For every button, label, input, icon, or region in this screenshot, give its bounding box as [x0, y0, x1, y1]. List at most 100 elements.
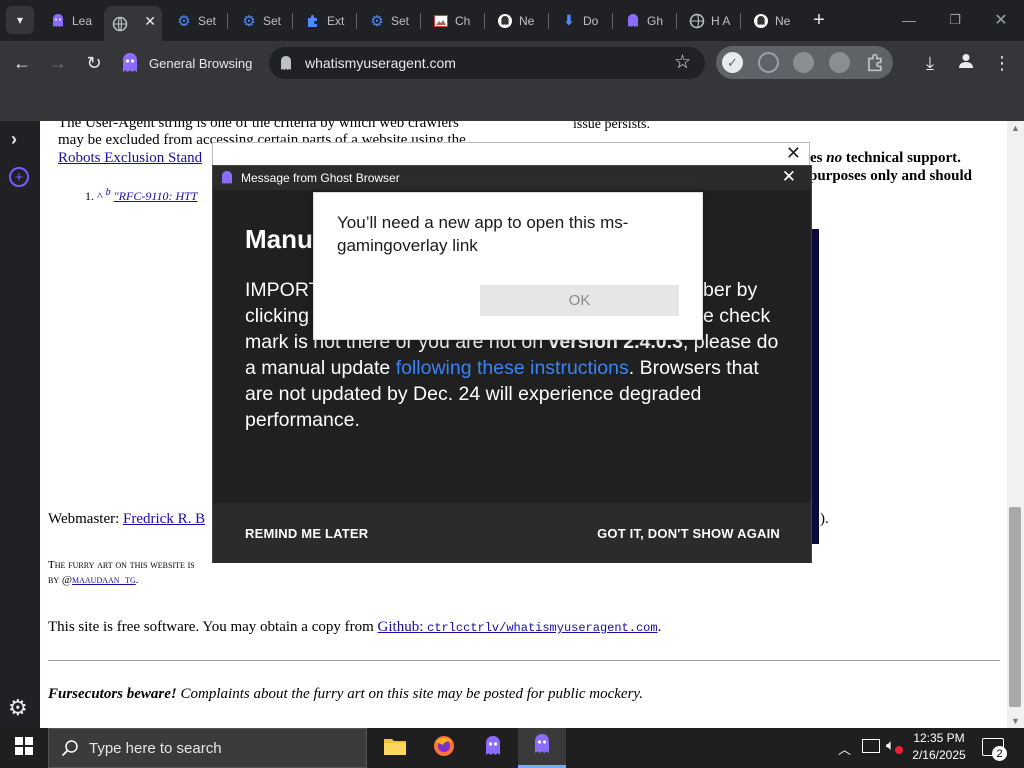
download-icon: ⬇ — [563, 12, 575, 28]
session-profile-chip[interactable]: General Browsing — [118, 47, 256, 79]
ghost-session-icon — [118, 51, 142, 75]
furry-art-credit-line2: by @maaudaan_tg. — [48, 574, 139, 586]
search-extension-icon[interactable] — [758, 52, 779, 73]
taskbar: Type here to search ︿ 🔈︎ 12:35 PM 2/16/2… — [0, 728, 1024, 768]
mute-badge — [895, 746, 903, 754]
network-icon[interactable] — [862, 739, 880, 753]
chevron-down-icon: ▾ — [16, 13, 24, 27]
open-app-dialog: You’ll need a new app to open this ms-ga… — [313, 192, 703, 340]
taskbar-ghost-browser-active[interactable] — [518, 728, 566, 768]
expand-sidebar-icon[interactable]: › — [11, 129, 17, 150]
new-tab-button[interactable]: + — [805, 6, 833, 34]
tab-separator — [612, 13, 613, 29]
tab-item[interactable]: Ch — [425, 6, 483, 35]
face-extension-icon[interactable] — [793, 52, 814, 73]
start-button[interactable] — [0, 728, 48, 768]
webmaster-tail: ). — [820, 511, 829, 527]
tab-separator — [420, 13, 421, 29]
got-it-button[interactable]: GOT IT, DON'T SHOW AGAIN — [597, 526, 780, 541]
ok-button[interactable]: OK — [480, 285, 679, 316]
windows-logo-icon — [15, 736, 33, 760]
github-link[interactable]: Github: ctrlcctrlv/whatismyuseragent.com — [378, 619, 658, 635]
tab-search-button[interactable]: ▾ — [6, 6, 34, 34]
tab-item[interactable]: Ne — [489, 6, 547, 35]
scrollbar-thumb[interactable] — [1009, 507, 1021, 707]
profile-button[interactable] — [952, 49, 980, 77]
restore-button[interactable]: ❐ — [941, 6, 969, 34]
remind-me-later-button[interactable]: REMIND ME LATER — [245, 526, 368, 541]
bookmark-star-icon[interactable]: ☆ — [674, 51, 691, 74]
body-line1-right: ber by — [703, 279, 758, 301]
globe-icon — [689, 13, 705, 29]
webmaster-link[interactable]: Fredrick R. B — [123, 511, 205, 527]
tab-separator — [676, 13, 677, 29]
ghost-icon — [530, 732, 554, 761]
furry-art-credit: The furry art on this website is — [48, 559, 195, 571]
dialog-heading: Manu — [245, 224, 313, 254]
profile-label: General Browsing — [149, 55, 253, 71]
settings-gear-icon[interactable]: ⚙ — [8, 695, 28, 721]
reference-item: 1. ^ b "RFC-9110: HTT — [85, 187, 198, 203]
restore-icon: ❐ — [949, 12, 961, 27]
tab-item[interactable]: Ne — [745, 6, 803, 35]
artist-link[interactable]: maaudaan_tg — [72, 574, 136, 586]
body-line6: performance. — [245, 409, 360, 431]
tab-item[interactable]: Ext — [297, 6, 355, 35]
scroll-up-icon[interactable]: ▲ — [1011, 123, 1020, 133]
tab-item[interactable]: ⚙ Set — [168, 6, 226, 35]
url-text: whatismyuseragent.com — [305, 55, 456, 71]
tab-item[interactable]: ⚙ Set — [361, 6, 419, 35]
forward-button[interactable]: → — [44, 49, 72, 77]
fursecutors-line: Fursecutors beware! Complaints about the… — [48, 686, 643, 702]
gear-icon: ⚙ — [242, 12, 256, 30]
taskbar-file-explorer[interactable] — [371, 728, 419, 768]
reload-button[interactable]: ↻ — [80, 49, 108, 77]
window-close-button[interactable]: ✕ — [987, 6, 1015, 34]
minimize-button[interactable]: — — [895, 6, 923, 34]
taskbar-search-box[interactable]: Type here to search — [48, 728, 367, 768]
tab-item[interactable]: ⬇ Do — [553, 6, 611, 35]
back-button[interactable]: ← — [8, 49, 36, 77]
tab-separator — [484, 13, 485, 29]
tab-item[interactable]: Gh — [617, 6, 675, 35]
clock-time[interactable]: 12:35 PM — [908, 731, 970, 745]
globe-icon — [112, 16, 128, 32]
address-bar[interactable]: whatismyuseragent.com ☆ — [269, 47, 705, 79]
scroll-down-icon[interactable]: ▼ — [1011, 716, 1020, 726]
close-icon[interactable]: ✕ — [786, 143, 801, 164]
more-vert-icon: ⋮ — [993, 52, 1011, 73]
extensions-bar: ✓ — [716, 46, 893, 79]
speaker-muted-icon[interactable]: 🔈︎ — [886, 737, 895, 754]
body-line2: clicking — [245, 305, 309, 327]
taskbar-firefox[interactable] — [420, 728, 468, 768]
body-line5: are not updated by Dec. 24 will experien… — [245, 383, 702, 405]
page-dark-panel — [811, 229, 819, 544]
close-tab-icon[interactable]: ✕ — [144, 13, 156, 30]
instructions-link[interactable]: following these instructions — [396, 357, 629, 379]
puzzle-icon[interactable] — [865, 52, 886, 73]
chevron-up-icon[interactable]: ︿ — [838, 739, 851, 758]
folder-icon — [383, 736, 407, 761]
dialog-message: You’ll need a new app to open this ms-ga… — [337, 213, 629, 255]
add-circle-icon[interactable]: + — [9, 167, 29, 187]
right-column-text: issue persists. — [573, 121, 650, 132]
tab-item[interactable]: Lea — [42, 6, 100, 35]
tab-item[interactable]: H A — [681, 6, 739, 35]
clock-date[interactable]: 2/16/2025 — [908, 748, 970, 762]
free-software-line: This site is free software. You may obta… — [48, 619, 662, 635]
menu-button[interactable]: ⋮ — [988, 49, 1016, 77]
robots-link[interactable]: Robots Exclusion Stand — [58, 149, 202, 167]
downloads-button[interactable]: ⤓ — [916, 49, 944, 77]
grid-extension-icon[interactable] — [829, 52, 850, 73]
webmaster-line: Webmaster: Fredrick R. B — [48, 511, 206, 527]
firefox-icon — [432, 734, 456, 763]
close-icon[interactable]: ✕ — [782, 167, 796, 187]
notification-count: 2 — [992, 746, 1007, 761]
check-extension-icon[interactable]: ✓ — [722, 52, 743, 73]
site-info-icon[interactable] — [277, 54, 295, 72]
tab-item[interactable]: ⚙ Set — [233, 6, 291, 35]
search-icon — [61, 739, 79, 757]
tab-item-active[interactable]: ✕ — [104, 6, 162, 41]
taskbar-ghost-browser[interactable] — [469, 728, 517, 768]
ghost-icon — [481, 734, 505, 763]
